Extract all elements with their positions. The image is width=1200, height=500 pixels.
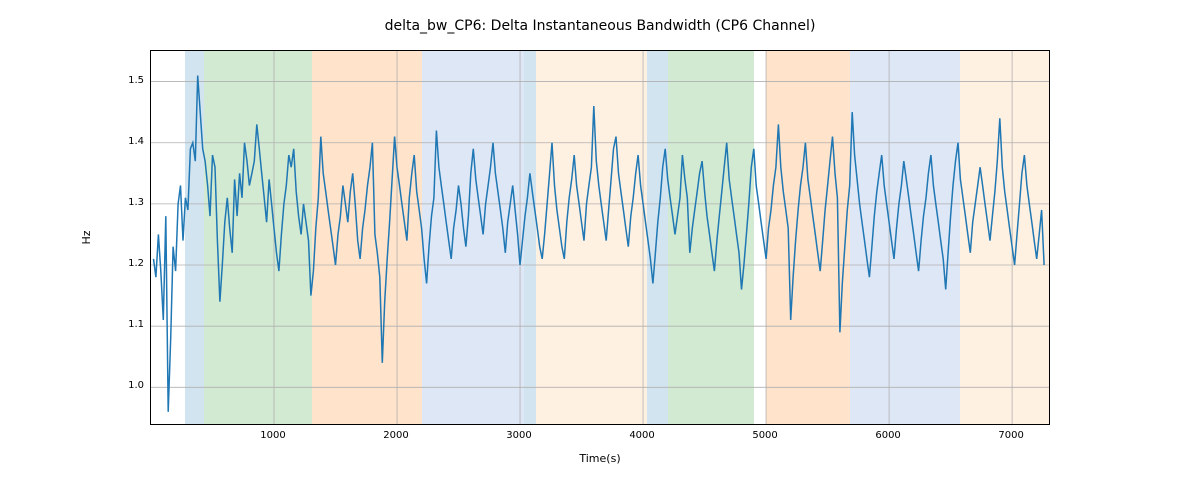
x-tick-label: 3000: [489, 430, 549, 441]
x-tick-label: 2000: [366, 430, 426, 441]
y-tick-label: 1.5: [110, 75, 144, 86]
y-tick-label: 1.2: [110, 258, 144, 269]
y-axis-label: Hz: [80, 50, 100, 425]
plot-area: [150, 50, 1050, 425]
y-tick-label: 1.4: [110, 136, 144, 147]
x-axis-label: Time(s): [150, 452, 1050, 465]
line-series: [154, 76, 1045, 412]
chart-title: delta_bw_CP6: Delta Instantaneous Bandwi…: [0, 18, 1200, 34]
y-tick-label: 1.0: [110, 380, 144, 391]
x-tick-label: 6000: [858, 430, 918, 441]
x-tick-label: 4000: [612, 430, 672, 441]
figure: delta_bw_CP6: Delta Instantaneous Bandwi…: [0, 0, 1200, 500]
y-tick-label: 1.3: [110, 197, 144, 208]
plot-svg: [151, 51, 1049, 424]
x-tick-label: 5000: [735, 430, 795, 441]
y-tick-label: 1.1: [110, 319, 144, 330]
x-tick-label: 7000: [981, 430, 1041, 441]
x-tick-label: 1000: [243, 430, 303, 441]
